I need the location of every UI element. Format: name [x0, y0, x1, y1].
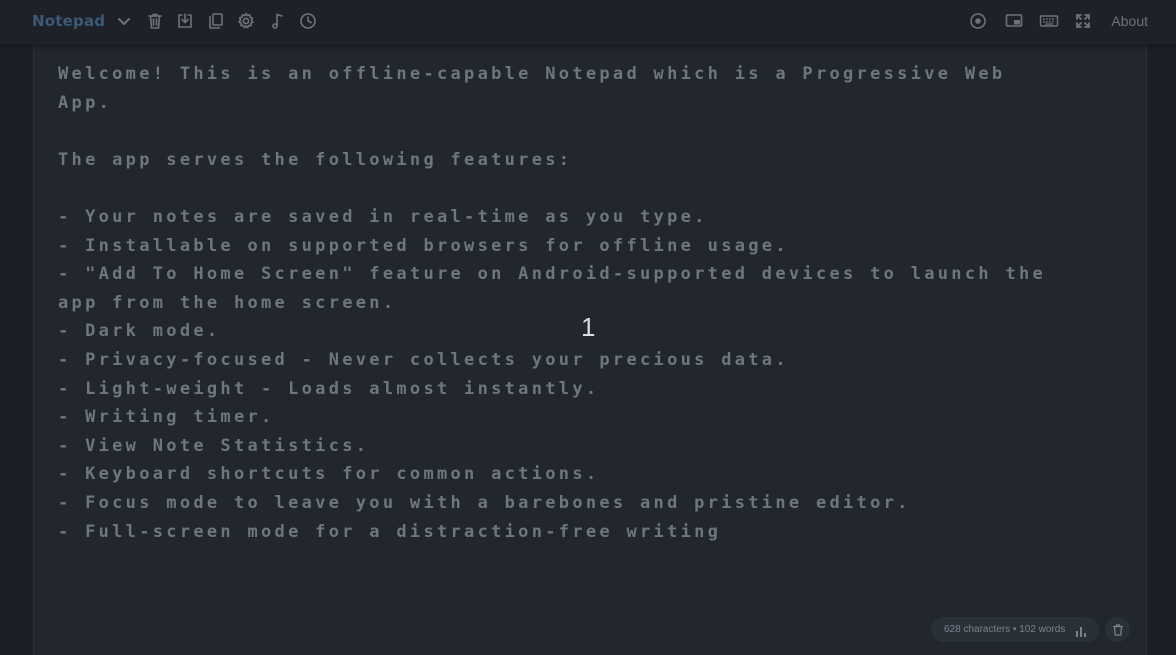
note-stats-text: 628 characters • 102 words [944, 624, 1066, 635]
note-stats-button[interactable]: 628 characters • 102 words [931, 617, 1099, 642]
about-link[interactable]: About [1111, 13, 1148, 29]
gear-icon[interactable] [236, 11, 256, 31]
bar-chart-icon [1075, 623, 1087, 637]
fullscreen-icon[interactable] [1073, 11, 1093, 31]
trash-icon [1111, 623, 1125, 637]
focus-mode-icon[interactable] [968, 11, 988, 31]
download-icon[interactable] [175, 11, 195, 31]
note-editor[interactable]: Welcome! This is an offline-capable Note… [58, 60, 1058, 546]
trash-icon[interactable] [145, 11, 165, 31]
chevron-down-icon[interactable] [114, 11, 134, 31]
top-toolbar: Notepad About [0, 0, 1176, 44]
app-brand[interactable]: Notepad [32, 12, 105, 30]
notepad-app: Notepad About Welcome! This is an offlin… [0, 0, 1176, 655]
clock-icon[interactable] [298, 11, 318, 31]
cursor-indicator: 1 [581, 312, 596, 342]
editor-container: Welcome! This is an offline-capable Note… [33, 44, 1147, 655]
copy-icon[interactable] [206, 11, 226, 31]
clear-note-button[interactable] [1105, 617, 1130, 642]
music-note-icon[interactable] [268, 11, 288, 31]
display-mode-icon[interactable] [1004, 11, 1024, 31]
keyboard-icon[interactable] [1039, 11, 1059, 31]
